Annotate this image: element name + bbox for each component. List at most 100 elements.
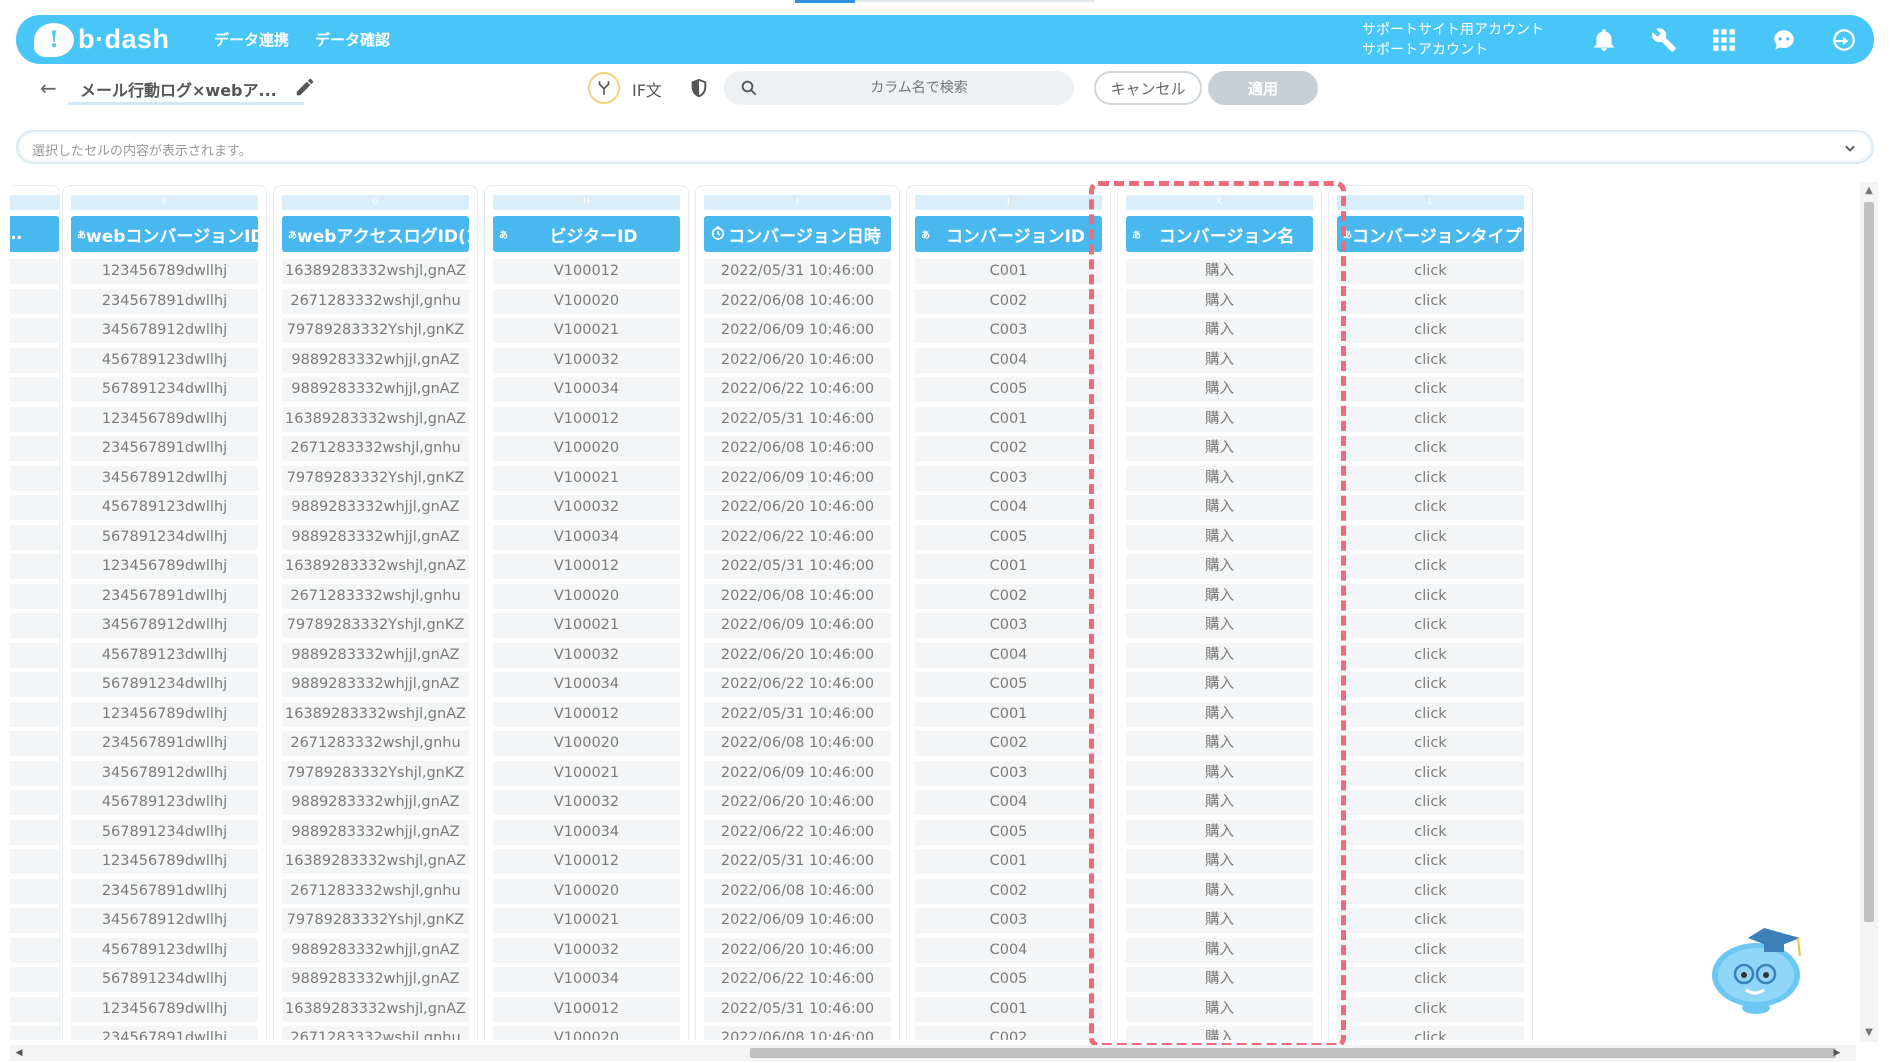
table-cell[interactable]: click bbox=[1337, 377, 1524, 402]
table-cell[interactable]: 2022/06/20 10:46:00 bbox=[704, 642, 891, 668]
column-letter[interactable]: H bbox=[493, 195, 680, 210]
table-cell[interactable]: 2671283332wshjl,gnhu bbox=[282, 436, 469, 461]
table-cell[interactable]: 16389283332wshjl,gnAZ bbox=[282, 554, 469, 579]
table-cell[interactable] bbox=[10, 436, 59, 461]
table-cell[interactable]: 345678912dwllhj bbox=[71, 613, 258, 638]
table-cell[interactable]: 購入 bbox=[1126, 967, 1313, 992]
table-cell[interactable]: 2022/06/22 10:46:00 bbox=[704, 672, 891, 697]
table-cell[interactable]: 購入 bbox=[1126, 436, 1313, 461]
table-cell[interactable]: 2022/06/08 10:46:00 bbox=[704, 436, 891, 461]
scroll-up-arrow-icon[interactable]: ▲ bbox=[1864, 186, 1874, 196]
table-cell[interactable]: C002 bbox=[915, 878, 1102, 904]
table-cell[interactable]: C001 bbox=[915, 554, 1102, 579]
table-cell[interactable]: 2022/06/09 10:46:00 bbox=[704, 760, 891, 786]
table-cell[interactable] bbox=[10, 790, 59, 815]
table-cell[interactable] bbox=[10, 672, 59, 697]
table-cell[interactable] bbox=[10, 819, 59, 845]
table-cell[interactable]: 567891234dwllhj bbox=[71, 524, 258, 550]
table-cell[interactable]: 購入 bbox=[1126, 406, 1313, 432]
table-cell[interactable] bbox=[10, 377, 59, 402]
table-cell[interactable]: 2022/06/22 10:46:00 bbox=[704, 819, 891, 845]
table-cell[interactable]: C002 bbox=[915, 731, 1102, 756]
table-cell[interactable]: 2671283332wshjl,gnhu bbox=[282, 731, 469, 756]
table-cell[interactable] bbox=[10, 908, 59, 933]
table-cell[interactable]: V100034 bbox=[493, 524, 680, 550]
table-cell[interactable] bbox=[10, 760, 59, 786]
table-cell[interactable]: 567891234dwllhj bbox=[71, 672, 258, 697]
table-cell[interactable]: 2671283332wshjl,gnhu bbox=[282, 1026, 469, 1040]
column-letter[interactable]: I bbox=[704, 195, 891, 210]
grid-icon[interactable] bbox=[1708, 24, 1740, 56]
table-cell[interactable]: 2671283332wshjl,gnhu bbox=[282, 288, 469, 314]
table-cell[interactable]: V100020 bbox=[493, 731, 680, 756]
table-cell[interactable]: C003 bbox=[915, 465, 1102, 491]
table-cell[interactable]: 234567891dwllhj bbox=[71, 436, 258, 461]
table-cell[interactable]: 567891234dwllhj bbox=[71, 377, 258, 402]
table-cell[interactable]: 購入 bbox=[1126, 642, 1313, 668]
table-cell[interactable]: 購入 bbox=[1126, 672, 1313, 697]
table-cell[interactable]: click bbox=[1337, 701, 1524, 727]
table-cell[interactable]: 456789123dwllhj bbox=[71, 642, 258, 668]
horizontal-scrollbar[interactable]: ◀ ▶ bbox=[10, 1045, 1856, 1061]
table-cell[interactable]: C001 bbox=[915, 996, 1102, 1022]
table-cell[interactable]: C005 bbox=[915, 524, 1102, 550]
table-cell[interactable]: 234567891dwllhj bbox=[71, 1026, 258, 1040]
table-cell[interactable]: 123456789dwllhj bbox=[71, 849, 258, 874]
table-cell[interactable] bbox=[10, 524, 59, 550]
table-cell[interactable]: click bbox=[1337, 613, 1524, 638]
table-cell[interactable]: C003 bbox=[915, 318, 1102, 343]
table-cell[interactable]: V100020 bbox=[493, 878, 680, 904]
table-cell[interactable]: 16389283332wshjl,gnAZ bbox=[282, 701, 469, 727]
table-cell[interactable]: 9889283332whjjl,gnAZ bbox=[282, 377, 469, 402]
table-cell[interactable]: 2022/06/09 10:46:00 bbox=[704, 465, 891, 491]
column-letter[interactable]: F bbox=[71, 195, 258, 210]
table-cell[interactable]: V100021 bbox=[493, 465, 680, 491]
table-cell[interactable]: V100032 bbox=[493, 937, 680, 963]
table-cell[interactable]: C002 bbox=[915, 583, 1102, 609]
table-cell[interactable]: C001 bbox=[915, 259, 1102, 284]
table-cell[interactable]: 456789123dwllhj bbox=[71, 790, 258, 815]
table-cell[interactable] bbox=[10, 878, 59, 904]
table-cell[interactable]: V100012 bbox=[493, 554, 680, 579]
table-cell[interactable] bbox=[10, 849, 59, 874]
table-cell[interactable]: 購入 bbox=[1126, 318, 1313, 343]
shield-icon[interactable] bbox=[688, 76, 710, 100]
table-cell[interactable] bbox=[10, 1026, 59, 1040]
table-cell[interactable]: V100012 bbox=[493, 996, 680, 1022]
scroll-down-arrow-icon[interactable]: ▼ bbox=[1864, 1028, 1874, 1038]
table-cell[interactable]: C002 bbox=[915, 288, 1102, 314]
table-cell[interactable]: click bbox=[1337, 849, 1524, 874]
table-cell[interactable]: 16389283332wshjl,gnAZ bbox=[282, 849, 469, 874]
table-cell[interactable]: 2022/06/08 10:46:00 bbox=[704, 731, 891, 756]
column-search-input[interactable] bbox=[774, 71, 1064, 105]
table-cell[interactable]: 345678912dwllhj bbox=[71, 465, 258, 491]
table-cell[interactable]: V100032 bbox=[493, 642, 680, 668]
table-cell[interactable]: 購入 bbox=[1126, 554, 1313, 579]
column-header[interactable]: コンバージョン日時 bbox=[704, 216, 891, 252]
pencil-icon[interactable] bbox=[294, 76, 316, 98]
table-cell[interactable]: V100021 bbox=[493, 613, 680, 638]
table-cell[interactable]: 456789123dwllhj bbox=[71, 347, 258, 373]
table-cell[interactable]: 2022/05/31 10:46:00 bbox=[704, 259, 891, 284]
table-cell[interactable]: click bbox=[1337, 288, 1524, 314]
table-cell[interactable]: click bbox=[1337, 554, 1524, 579]
table-cell[interactable]: 購入 bbox=[1126, 878, 1313, 904]
table-cell[interactable]: 購入 bbox=[1126, 524, 1313, 550]
table-cell[interactable] bbox=[10, 967, 59, 992]
table-cell[interactable]: V100012 bbox=[493, 701, 680, 727]
table-cell[interactable]: 234567891dwllhj bbox=[71, 878, 258, 904]
table-cell[interactable]: 234567891dwllhj bbox=[71, 731, 258, 756]
table-cell[interactable]: C005 bbox=[915, 819, 1102, 845]
table-cell[interactable]: 79789283332Yshjl,gnKZ bbox=[282, 760, 469, 786]
table-cell[interactable]: 2022/06/20 10:46:00 bbox=[704, 790, 891, 815]
table-cell[interactable]: C004 bbox=[915, 347, 1102, 373]
cancel-button[interactable]: キャンセル bbox=[1094, 71, 1202, 105]
table-cell[interactable]: 16389283332wshjl,gnAZ bbox=[282, 406, 469, 432]
table-cell[interactable]: 2022/06/09 10:46:00 bbox=[704, 613, 891, 638]
table-cell[interactable]: C004 bbox=[915, 642, 1102, 668]
table-cell[interactable]: 2022/06/20 10:46:00 bbox=[704, 495, 891, 520]
table-cell[interactable]: 購入 bbox=[1126, 347, 1313, 373]
if-statement-label[interactable]: IF文 bbox=[632, 77, 662, 101]
table-cell[interactable] bbox=[10, 318, 59, 343]
column-header[interactable]: あコンバージョンタイプ bbox=[1337, 216, 1524, 252]
